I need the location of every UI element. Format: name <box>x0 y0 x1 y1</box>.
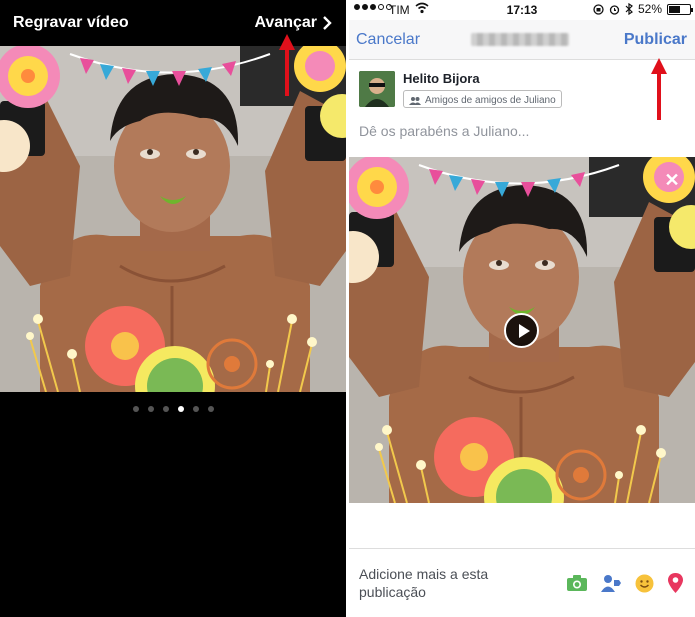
author-name[interactable]: Helito Bijora <box>403 71 480 86</box>
page-dot[interactable] <box>192 406 199 412</box>
composer: Helito Bijora Amigos de amigos de Julian… <box>349 61 695 157</box>
add-to-post-bar[interactable]: Adicione mais a esta publicação <box>349 548 695 617</box>
next-button[interactable]: Avançar <box>254 14 332 32</box>
audience-label: Amigos de amigos de Juliano <box>425 94 556 106</box>
page-dots[interactable] <box>0 406 346 412</box>
nav-bar: Cancelar Publicar <box>349 20 695 60</box>
tag-people-icon[interactable] <box>601 574 621 592</box>
right-screen: TIM 17:13 52% Cancelar Publicar Helito B… <box>349 0 695 617</box>
next-label: Avançar <box>254 14 317 31</box>
page-dot[interactable] <box>162 406 169 412</box>
battery-icon <box>667 3 693 15</box>
chevron-right-icon <box>323 16 332 30</box>
page-dot[interactable] <box>207 406 214 412</box>
status-bar: TIM 17:13 52% <box>349 0 695 20</box>
camera-icon[interactable] <box>567 575 587 591</box>
red-arrow-icon <box>651 58 667 120</box>
page-dot-active[interactable] <box>177 406 184 412</box>
video-preview <box>0 46 346 392</box>
remove-video-icon[interactable]: ✕ <box>661 169 683 191</box>
video-preview[interactable]: ✕ <box>349 157 695 503</box>
red-arrow-icon <box>279 34 295 96</box>
battery-percent: 52% <box>637 2 662 16</box>
location-pin-icon[interactable] <box>668 573 683 593</box>
audience-selector[interactable]: Amigos de amigos de Juliano <box>403 90 562 108</box>
rerecord-video-button[interactable]: Regravar vídeo <box>13 14 129 32</box>
play-icon[interactable] <box>504 313 539 348</box>
page-dot[interactable] <box>147 406 154 412</box>
publish-button[interactable]: Publicar <box>624 31 687 49</box>
screen: Regravar vídeo Avançar TIM 17:13 52% Can… <box>0 0 695 617</box>
blurred-title <box>471 33 569 46</box>
add-more-label: Adicione mais a esta publicação <box>359 566 489 600</box>
orientation-lock-icon <box>593 3 604 15</box>
avatar[interactable] <box>359 71 395 107</box>
left-screen: Regravar vídeo Avançar <box>0 0 346 617</box>
friends-icon <box>409 96 421 105</box>
cancel-button[interactable]: Cancelar <box>356 31 420 49</box>
smiley-icon[interactable] <box>635 574 654 593</box>
alarm-icon <box>609 4 620 15</box>
bluetooth-icon <box>625 3 633 15</box>
page-dot[interactable] <box>132 406 139 412</box>
post-text-input[interactable]: Dê os parabéns a Juliano... <box>359 123 529 139</box>
